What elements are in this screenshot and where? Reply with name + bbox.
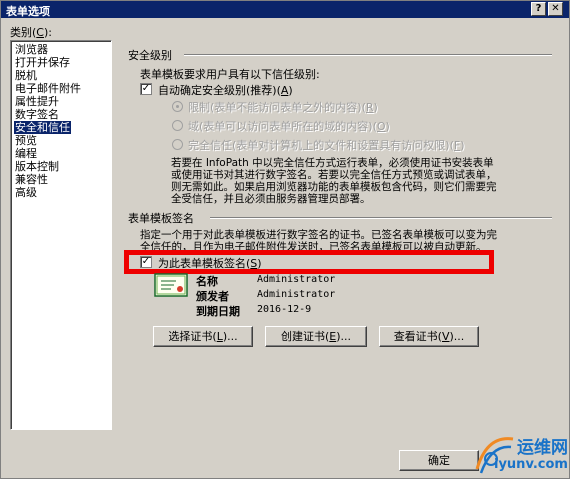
cert-expiry-label: 到期日期 — [196, 305, 240, 318]
create-certificate-button[interactable]: 创建证书(E)... — [265, 326, 367, 347]
category-item-offline[interactable]: 脱机 — [14, 69, 38, 82]
cert-name-value: Administrator — [257, 274, 336, 285]
category-listbox[interactable]: 浏览器 打开并保存 脱机 电子邮件附件 属性提升 数字签名 安全和信任 预览 编… — [10, 40, 112, 430]
security-separator — [184, 54, 552, 56]
restricted-radio[interactable] — [172, 101, 183, 112]
category-label: 类别(C): — [10, 26, 52, 39]
signature-heading: 表单模板签名 — [128, 212, 194, 225]
full-trust-radio[interactable] — [172, 139, 183, 150]
category-item-open-save[interactable]: 打开并保存 — [14, 56, 71, 69]
help-button[interactable]: ? — [531, 2, 546, 16]
category-item-property-promotion[interactable]: 属性提升 — [14, 95, 60, 108]
cert-issuer-value: Administrator — [257, 289, 336, 300]
cert-name-label: 名称 — [196, 275, 218, 288]
title-bar[interactable]: 表单选项 ? ✕ — [1, 1, 569, 18]
domain-label[interactable]: 域(表单可以访问表单所在的域的内容)(O) — [188, 118, 390, 134]
full-trust-label[interactable]: 完全信任(表单对计算机上的文件和设置具有访问权限)(F) — [188, 137, 465, 153]
auto-security-label[interactable]: 自动确定安全级别(推荐)(A) — [158, 82, 293, 98]
watermark-text-1: 运维网 — [517, 438, 568, 458]
ok-button[interactable]: 确定 — [399, 450, 479, 471]
category-item-versioning[interactable]: 版本控制 — [14, 160, 60, 173]
view-certificate-button[interactable]: 查看证书(V)... — [379, 326, 479, 347]
security-level-heading: 安全级别 — [128, 49, 172, 62]
category-item-compatibility[interactable]: 兼容性 — [14, 173, 49, 186]
category-item-advanced[interactable]: 高级 — [14, 186, 38, 199]
domain-radio[interactable] — [172, 120, 183, 131]
watermark-text-2: iyunv.com — [494, 457, 568, 472]
auto-security-checkbox[interactable]: ✓ — [140, 83, 152, 95]
category-item-browser[interactable]: 浏览器 — [14, 43, 49, 56]
category-item-preview[interactable]: 预览 — [14, 134, 38, 147]
highlight-box — [124, 250, 494, 274]
signature-separator — [210, 217, 552, 219]
select-certificate-button[interactable]: 选择证书(L)... — [153, 326, 253, 347]
certificate-icon — [154, 273, 188, 297]
cert-expiry-value: 2016-12-9 — [257, 304, 312, 315]
category-item-security-trust[interactable]: 安全和信任 — [14, 121, 71, 134]
category-item-email[interactable]: 电子邮件附件 — [14, 82, 82, 95]
form-options-dialog: 表单选项 ? ✕ 类别(C): 浏览器 打开并保存 脱机 电子邮件附件 属性提升… — [0, 0, 570, 479]
category-item-programming[interactable]: 编程 — [14, 147, 38, 160]
close-button[interactable]: ✕ — [548, 2, 563, 16]
cert-issuer-label: 颁发者 — [196, 290, 229, 303]
security-description: 表单模板要求用户具有以下信任级别: — [140, 68, 320, 81]
trust-note-line-4: 全受信任，并且必须由服务器管理员部署。 — [171, 193, 371, 205]
restricted-label[interactable]: 限制(表单不能访问表单之外的内容)(R) — [188, 99, 378, 115]
category-item-digital-signature[interactable]: 数字签名 — [14, 108, 60, 121]
window-title: 表单选项 — [6, 5, 50, 18]
